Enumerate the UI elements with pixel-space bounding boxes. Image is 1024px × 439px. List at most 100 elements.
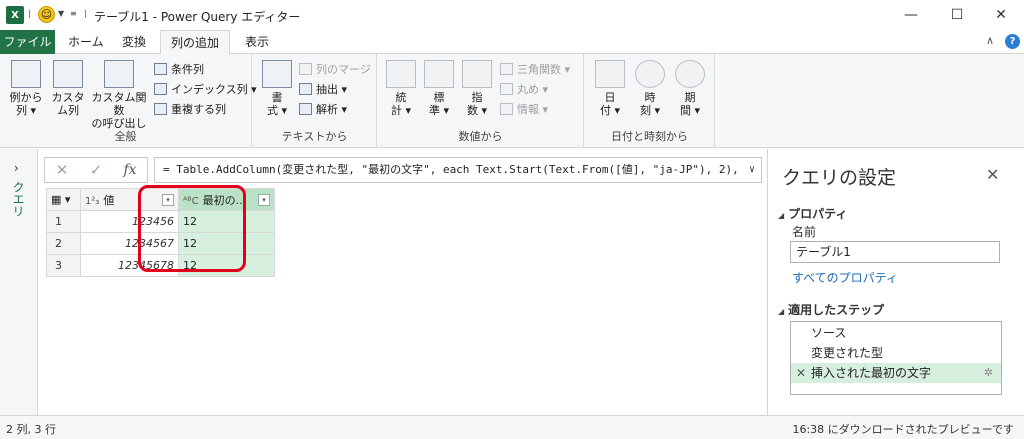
- title-bar: X | ☺ ▼ ≡ | テーブル1 - Power Query エディター — …: [0, 0, 1024, 30]
- tab-home[interactable]: ホーム: [58, 30, 114, 54]
- index-icon: [154, 83, 167, 95]
- tab-file[interactable]: ファイル: [0, 30, 55, 54]
- stopwatch-icon: [675, 60, 705, 88]
- column-from-examples-button[interactable]: 例から 列 ▾: [6, 60, 46, 117]
- expand-queries-icon[interactable]: ›: [14, 161, 19, 175]
- cell-value[interactable]: 1234567: [80, 232, 179, 255]
- collapse-ribbon-icon[interactable]: ∧: [986, 34, 994, 47]
- parse-button[interactable]: 解析 ▾: [299, 101, 347, 117]
- custom-column-button[interactable]: カスタ ム列: [50, 60, 86, 117]
- help-icon[interactable]: ?: [1005, 34, 1020, 49]
- trigonometry-button[interactable]: 三角関数 ▾: [500, 61, 570, 77]
- format-button[interactable]: 書 式 ▾: [259, 60, 295, 117]
- status-bar: 2 列, 3 行 16:38 にダウンロードされたプレビューです: [0, 415, 1024, 439]
- duplicate-icon: [154, 103, 167, 115]
- excel-app-icon[interactable]: X: [6, 6, 24, 24]
- close-button[interactable]: ✕: [978, 0, 1024, 30]
- applied-steps-header[interactable]: ◢ 適用したステップ: [778, 301, 884, 318]
- text-type-icon[interactable]: ᴬᴮC: [183, 196, 199, 207]
- duration-button[interactable]: 期 間 ▾: [673, 60, 707, 117]
- dropdown-arrow-icon[interactable]: ▼: [58, 9, 64, 18]
- merge-columns-button[interactable]: 列のマージ: [299, 61, 371, 77]
- cell-first-chars[interactable]: 12: [178, 210, 275, 233]
- tab-view[interactable]: 表示: [235, 30, 279, 54]
- name-label: 名前: [792, 225, 817, 239]
- index-column-button[interactable]: インデックス列 ▾: [154, 81, 257, 97]
- group-label-number: 数値から: [458, 130, 503, 143]
- step-item[interactable]: ソース: [791, 323, 1001, 343]
- sigma-icon: [386, 60, 416, 88]
- queries-label[interactable]: クエリ: [10, 181, 27, 217]
- step-item-selected[interactable]: ✕ 挿入された最初の文字 ✲: [791, 363, 1001, 383]
- tab-transform[interactable]: 変換: [112, 30, 156, 54]
- standard-button[interactable]: 標 準 ▾: [422, 60, 456, 117]
- status-preview-time: 16:38 にダウンロードされたプレビューです: [792, 423, 1014, 436]
- window-title: テーブル1 - Power Query エディター: [94, 10, 301, 24]
- query-settings-title: クエリの設定: [782, 167, 897, 189]
- collapse-triangle-icon[interactable]: ◢: [778, 307, 784, 316]
- delete-step-icon[interactable]: ✕: [796, 363, 806, 383]
- properties-section-header[interactable]: ◢ プロパティ: [778, 205, 847, 222]
- smiley-feedback-icon[interactable]: ☺: [38, 6, 55, 23]
- parse-icon: [299, 103, 312, 115]
- info-icon: [500, 103, 513, 115]
- column-header-first-chars[interactable]: ᴬᴮC 最初の... ▾: [178, 188, 275, 211]
- duplicate-column-button[interactable]: 重複する列: [154, 101, 226, 117]
- ribbon-group-datetime: 日 付 ▾ 時 刻 ▾ 期 間 ▾ 日付と時刻から: [585, 54, 715, 148]
- step-settings-gear-icon[interactable]: ✲: [984, 363, 993, 383]
- column-filter-icon[interactable]: ▾: [258, 194, 270, 206]
- information-button[interactable]: 情報 ▾: [500, 101, 548, 117]
- all-properties-link[interactable]: すべてのプロパティ: [792, 269, 898, 286]
- row-number: 1: [46, 210, 81, 233]
- group-label-text: テキストから: [281, 130, 348, 143]
- conditional-column-button[interactable]: 条件列: [154, 61, 204, 77]
- cell-value[interactable]: 12345678: [80, 254, 179, 277]
- scientific-button[interactable]: 指 数 ▾: [460, 60, 494, 117]
- group-label-datetime: 日付と時刻から: [611, 130, 688, 143]
- table-fx-icon: [104, 60, 134, 88]
- ribbon: 例から 列 ▾ カスタ ム列 カスタム関数 の呼び出し 条件列 インデックス列 …: [0, 54, 1024, 148]
- applied-steps-list: ソース 変更された型 ✕ 挿入された最初の文字 ✲: [790, 321, 1002, 395]
- merge-icon: [299, 63, 312, 75]
- rounding-button[interactable]: 丸め ▾: [500, 81, 548, 97]
- cancel-icon[interactable]: ✕: [45, 161, 79, 179]
- formula-controls: ✕ ✓ fx: [44, 157, 148, 183]
- commit-icon[interactable]: ✓: [79, 161, 113, 179]
- number-type-icon[interactable]: 1²₃: [85, 196, 99, 207]
- column-filter-icon[interactable]: ▾: [162, 194, 174, 206]
- table-plus-icon: [53, 60, 83, 88]
- tab-add-column[interactable]: 列の追加: [160, 30, 231, 55]
- extract-button[interactable]: 抽出 ▾: [299, 81, 347, 97]
- customize-toolbar-icon[interactable]: ≡: [70, 9, 77, 18]
- maximize-button[interactable]: ☐: [934, 0, 980, 30]
- minimize-button[interactable]: —: [888, 0, 934, 30]
- invoke-custom-function-button[interactable]: カスタム関数 の呼び出し: [88, 60, 150, 130]
- fx-icon[interactable]: fx: [113, 162, 147, 178]
- time-button[interactable]: 時 刻 ▾: [633, 60, 667, 117]
- query-name-input[interactable]: テーブル1: [790, 241, 1000, 263]
- cell-first-chars[interactable]: 12: [178, 232, 275, 255]
- ribbon-group-text: 書 式 ▾ 列のマージ 抽出 ▾ 解析 ▾ テキストから: [253, 54, 377, 148]
- date-button[interactable]: 日 付 ▾: [593, 60, 627, 117]
- table-row[interactable]: 3 12345678 12: [46, 254, 275, 277]
- collapse-triangle-icon[interactable]: ◢: [778, 211, 784, 220]
- expand-formula-icon[interactable]: ∨: [749, 158, 755, 182]
- ribbon-group-number: 統 計 ▾ 標 準 ▾ 指 数 ▾ 三角関数 ▾ 丸め ▾ 情報 ▾ 数値から: [378, 54, 584, 148]
- abc-format-icon: [262, 60, 292, 88]
- query-settings-pane: クエリの設定 ✕ ◢ プロパティ 名前 テーブル1 すべてのプロパティ ◢ 適用した…: [767, 149, 1024, 415]
- step-item[interactable]: 変更された型: [791, 343, 1001, 363]
- cell-value[interactable]: 123456: [80, 210, 179, 233]
- cell-first-chars[interactable]: 12: [178, 254, 275, 277]
- column-header-value[interactable]: 1²₃ 値 ▾: [80, 188, 179, 211]
- rounding-icon: [500, 83, 513, 95]
- formula-bar-input[interactable]: = Table.AddColumn(変更された型, "最初の文字", each …: [154, 157, 762, 183]
- abc-123-icon: [299, 83, 312, 95]
- table-row[interactable]: 2 1234567 12: [46, 232, 275, 255]
- ribbon-tabs: ファイル ホーム 変換 列の追加 表示 ∧: [0, 30, 1024, 55]
- queries-pane-collapsed[interactable]: › クエリ: [0, 149, 38, 415]
- table-row[interactable]: 1 123456 12: [46, 210, 275, 233]
- row-number: 3: [46, 254, 81, 277]
- table-menu-icon[interactable]: ▦ ▾: [46, 188, 81, 211]
- close-settings-icon[interactable]: ✕: [986, 165, 999, 184]
- statistics-button[interactable]: 統 計 ▾: [384, 60, 418, 117]
